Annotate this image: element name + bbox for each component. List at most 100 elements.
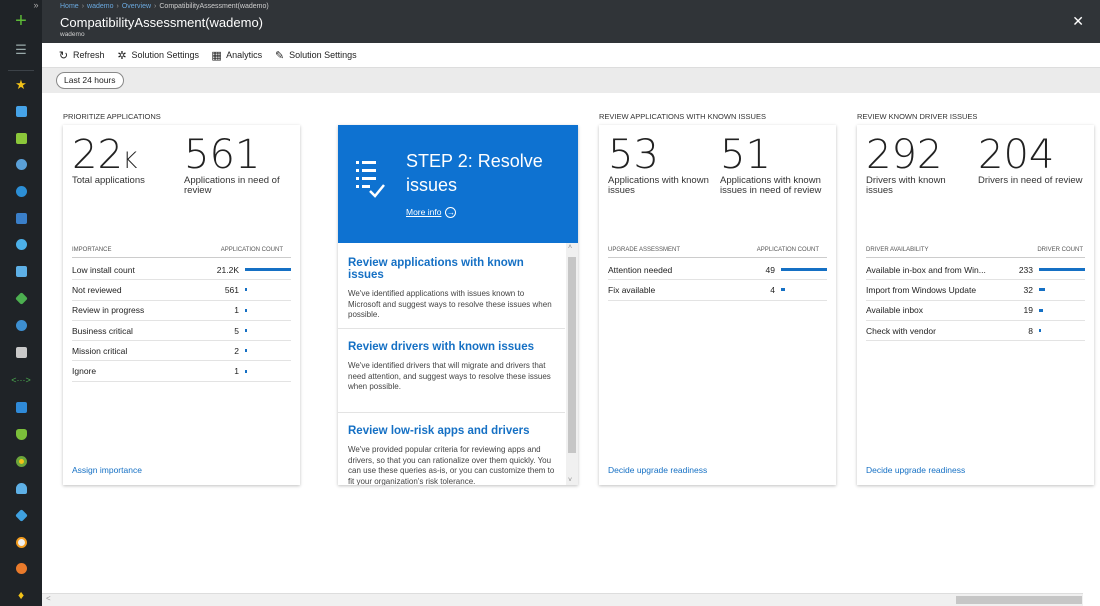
storage-accounts-icon[interactable] [13, 317, 29, 333]
horizontal-scrollbar[interactable]: < [42, 593, 1083, 606]
list-menu-icon[interactable]: ☰ [13, 42, 29, 58]
review-drivers-link[interactable]: Review drivers with known issues [348, 341, 555, 353]
review-low-risk-link[interactable]: Review low-risk apps and drivers [348, 425, 555, 437]
sql-database-icon[interactable] [13, 210, 29, 226]
count-bar-fill [245, 308, 247, 312]
analytics-button[interactable]: ▦ Analytics [211, 50, 262, 62]
drivers-known-heading: REVIEW KNOWN DRIVER ISSUES [857, 112, 978, 121]
count-bar-fill [1039, 288, 1045, 292]
count-bar-fill [245, 329, 247, 333]
row-count: 1 [234, 305, 239, 316]
row-count-bar [1039, 265, 1085, 274]
close-icon[interactable]: ✕ [1072, 13, 1084, 30]
count-bar-fill [1039, 329, 1041, 333]
row-count: 233 [1018, 264, 1033, 275]
solution-settings-label: Solution Settings [131, 50, 200, 60]
table-row[interactable]: Not reviewed 561 [72, 280, 291, 301]
breadcrumb-wademo[interactable]: wademo [87, 3, 113, 10]
left-nav-rail: » + ☰ ★ <···> ♦ [0, 0, 42, 606]
storage-table-icon[interactable] [13, 344, 29, 360]
row-count-bar [245, 306, 291, 315]
table-row[interactable]: Low install count 21.2K [72, 260, 291, 281]
row-count-bar [245, 265, 291, 274]
table-row[interactable]: Business critical 5 [72, 321, 291, 342]
service-health-icon[interactable] [13, 560, 29, 576]
apps-need-review-value: 561 [184, 132, 261, 178]
drivers-review-value: 204 [978, 132, 1055, 178]
count-bar-fill [245, 268, 291, 272]
advisor-user-icon[interactable] [13, 480, 29, 496]
count-bar-fill [1039, 268, 1085, 272]
apps-known-review-label: Applications with known issues in need o… [720, 175, 822, 196]
virtual-networks-icon[interactable]: <···> [11, 372, 31, 388]
refresh-button[interactable]: ↻ Refresh [58, 50, 105, 62]
table-row[interactable]: Check with vendor 8 [866, 321, 1085, 342]
table-row[interactable]: Ignore 1 [72, 361, 291, 382]
app-services-globe-icon[interactable] [13, 183, 29, 199]
help-support-clock-icon[interactable] [13, 534, 29, 550]
decide-upgrade-readiness-drivers-link[interactable]: Decide upgrade readiness [866, 465, 965, 475]
monitor-circle-icon[interactable] [13, 453, 29, 469]
scroll-up-icon[interactable]: ˄ [568, 244, 572, 251]
breadcrumb-home[interactable]: Home [60, 3, 79, 10]
row-count-bar [1039, 306, 1085, 315]
scrollbar-thumb[interactable] [568, 257, 576, 453]
drivers-known-tile[interactable]: 292 Drivers with known issues 204 Driver… [857, 125, 1094, 485]
review-drivers-description: We've identified drivers that will migra… [348, 361, 551, 391]
table-row[interactable]: Fix available 4 [608, 280, 827, 301]
virtual-machines-monitor-icon[interactable] [13, 263, 29, 279]
breadcrumb-overview[interactable]: Overview [122, 3, 151, 10]
horizontal-scrollbar-thumb[interactable] [956, 596, 1082, 604]
arrow-right-circle-icon: → [445, 207, 457, 218]
decide-upgrade-readiness-link[interactable]: Decide upgrade readiness [608, 465, 707, 475]
table-row[interactable]: Available in-box and from Win... 233 [866, 260, 1085, 281]
scroll-down-icon[interactable]: ˅ [568, 477, 572, 484]
create-resource-plus-icon[interactable]: + [13, 10, 29, 32]
scroll-left-icon[interactable]: < [46, 594, 51, 603]
step-list: Review applications with known issues We… [338, 243, 578, 485]
row-count-bar [245, 346, 291, 355]
security-center-shield-icon[interactable] [13, 426, 29, 442]
apps-known-tile[interactable]: 53 Applications with known issues 51 App… [599, 125, 836, 485]
row-count: 4 [770, 284, 775, 295]
review-apps-link[interactable]: Review applications with known issues [348, 257, 555, 281]
assign-importance-link[interactable]: Assign importance [72, 465, 142, 475]
solution-settings-button[interactable]: ✲ Solution Settings [117, 50, 200, 62]
rail-divider [8, 70, 34, 71]
step-item-apps: Review applications with known issues We… [338, 257, 565, 329]
all-resources-grid-icon[interactable] [13, 130, 29, 146]
dashboard-icon[interactable] [13, 103, 29, 119]
prioritize-tile[interactable]: 22K Total applications 561 Applications … [63, 125, 300, 485]
key-vault-key-icon[interactable]: ♦ [13, 587, 29, 603]
row-count-bar [781, 285, 827, 294]
cosmos-db-planet-icon[interactable] [13, 236, 29, 252]
total-applications-label: Total applications [72, 175, 145, 186]
active-directory-icon[interactable] [13, 399, 29, 415]
row-count-bar [781, 265, 827, 274]
table-row[interactable]: Available inbox 19 [866, 301, 1085, 321]
solution-settings-edit-button[interactable]: ✎ Solution Settings [274, 50, 357, 62]
importance-rows: Low install count 21.2K Not reviewed 561 Rev… [72, 260, 291, 382]
table-row[interactable]: Import from Windows Update 32 [866, 280, 1085, 301]
refresh-label: Refresh [73, 50, 105, 60]
resource-groups-cube-icon[interactable] [13, 156, 29, 172]
favorites-star-icon[interactable]: ★ [13, 77, 29, 93]
step-list-scrollbar[interactable]: ˄ ˅ [566, 243, 578, 485]
time-range-filter[interactable]: Last 24 hours [56, 72, 124, 89]
row-label: Available inbox [866, 305, 924, 316]
step-banner[interactable]: STEP 2: Resolve issues More info → [338, 125, 578, 243]
table-row[interactable]: Attention needed 49 [608, 260, 827, 281]
count-bar-fill [1039, 308, 1043, 312]
row-label: Business critical [72, 325, 133, 336]
step-item-drivers: Review drivers with known issues We've i… [338, 341, 565, 413]
column-header: APPLICATION COUNT [220, 247, 283, 253]
cost-management-icon[interactable] [13, 507, 29, 523]
blade-title: CompatibilityAssessment(wademo) [60, 15, 264, 30]
solution-settings-edit-label: Solution Settings [289, 50, 357, 60]
table-row[interactable]: Mission critical 2 [72, 341, 291, 362]
load-balancer-diamond-icon[interactable] [13, 290, 29, 306]
table-row[interactable]: Review in progress 1 [72, 301, 291, 321]
row-count-bar [245, 285, 291, 294]
more-info-link[interactable]: More info → [406, 207, 457, 218]
column-header: DRIVER COUNT [1037, 247, 1083, 253]
